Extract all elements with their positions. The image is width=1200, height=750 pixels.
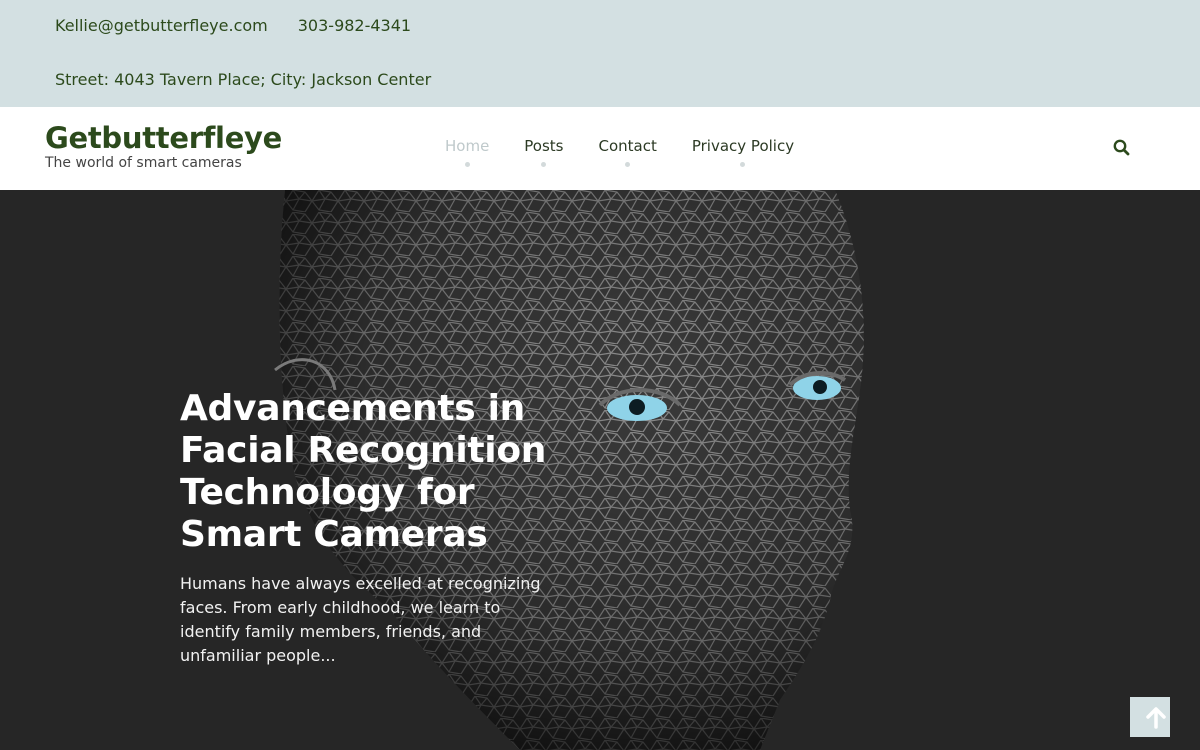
phone-link[interactable]: 303-982-4341 [298,16,411,35]
brand: Getbutterfleye The world of smart camera… [45,121,282,171]
nav-item-contact[interactable]: Contact [598,137,657,167]
top-contact-bar: Kellie@getbutterfleye.com 303-982-4341 S… [0,0,1200,107]
nav-item-home[interactable]: Home [445,137,490,167]
nav-item-label: Contact [598,137,657,155]
site-title-link[interactable]: Getbutterfleye [45,121,282,155]
hero-section: Advancements in Facial Recognition Techn… [0,190,1200,750]
main-nav: Home Posts Contact Privacy Policy [445,137,829,167]
search-button[interactable] [1112,138,1132,158]
arrow-up-icon [1146,707,1166,729]
nav-dot-indicator [464,162,470,167]
nav-dot-indicator [740,162,746,167]
site-header: Getbutterfleye The world of smart camera… [0,107,1200,190]
nav-item-label: Home [445,137,490,155]
hero-post-title[interactable]: Advancements in Facial Recognition Techn… [180,388,560,556]
email-link[interactable]: Kellie@getbutterfleye.com [55,16,268,35]
nav-dot-indicator [625,162,631,167]
site-tagline: The world of smart cameras [45,155,242,171]
search-icon [1113,139,1130,156]
nav-item-label: Privacy Policy [691,137,795,155]
nav-item-posts[interactable]: Posts [524,137,564,167]
nav-item-privacy-policy[interactable]: Privacy Policy [691,137,795,167]
scroll-to-top-button[interactable] [1130,697,1170,737]
nav-item-label: Posts [524,137,564,155]
contact-row: Kellie@getbutterfleye.com 303-982-4341 [55,16,411,35]
nav-dot-indicator [541,162,547,167]
hero-post-excerpt: Humans have always excelled at recognizi… [180,574,541,665]
address-text: Street: 4043 Tavern Place; City: Jackson… [55,70,432,89]
